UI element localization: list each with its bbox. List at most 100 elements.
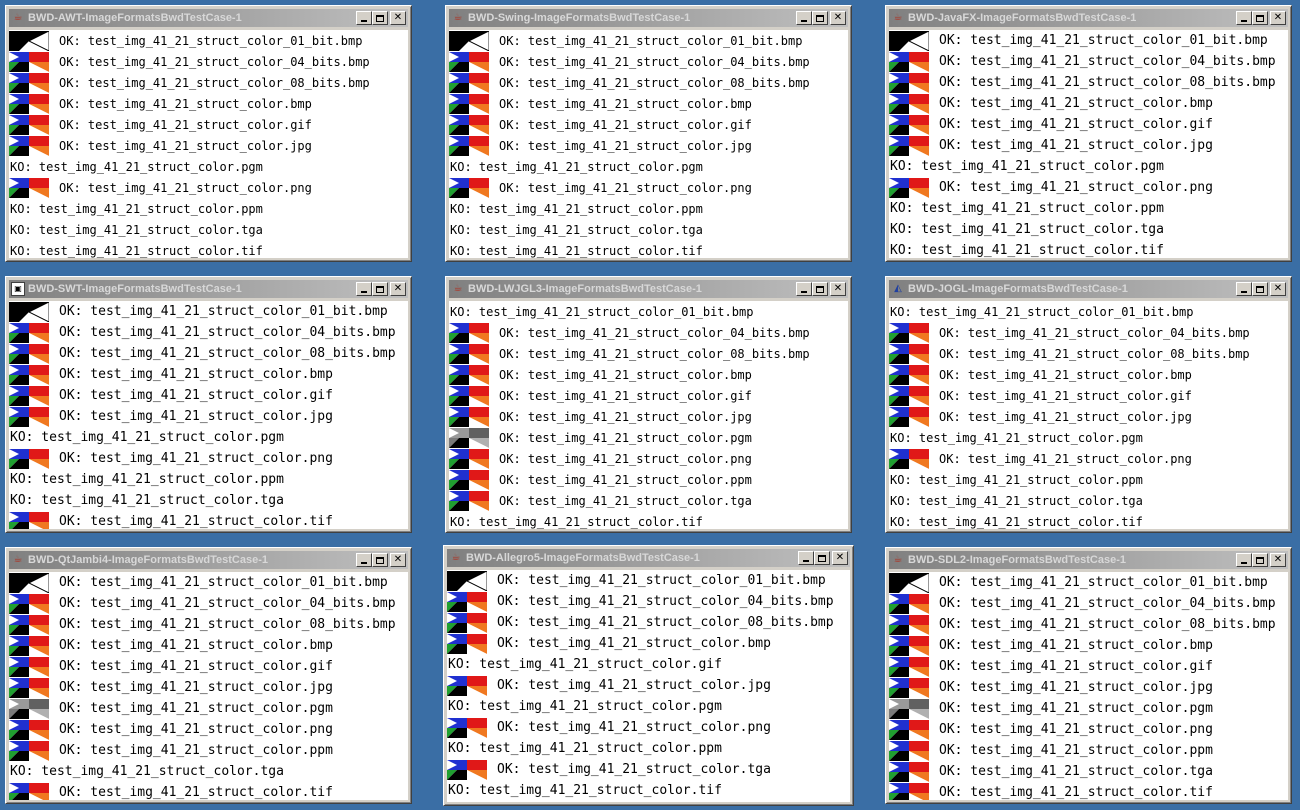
result-row-ok: OK: test_img_41_21_struct_color.pgm (889, 698, 1288, 719)
test-image-thumbnail (447, 675, 487, 696)
minimize-button[interactable] (356, 282, 372, 296)
test-window-allegro5[interactable]: ☕ BWD-Allegro5-ImageFormatsBwdTestCase-1… (443, 545, 854, 806)
test-window-lwjgl3[interactable]: ☕ BWD-LWJGL3-ImageFormatsBwdTestCase-1 ✕… (445, 276, 852, 533)
maximize-button[interactable] (812, 11, 828, 25)
result-row-ok: OK: test_img_41_21_struct_color.tga (447, 759, 850, 780)
close-button[interactable]: ✕ (390, 11, 406, 25)
title-bar[interactable]: ▣ BWD-SWT-ImageFormatsBwdTestCase-1 ✕ (9, 280, 408, 298)
title-bar[interactable]: ☕ BWD-JavaFX-ImageFormatsBwdTestCase-1 ✕ (889, 9, 1288, 27)
result-row-ko: KO: test_img_41_21_struct_color.pgm (889, 427, 1288, 448)
close-button[interactable]: ✕ (830, 282, 846, 296)
test-window-javafx[interactable]: ☕ BWD-JavaFX-ImageFormatsBwdTestCase-1 ✕… (885, 5, 1292, 262)
result-row-ok: OK: test_img_41_21_struct_color.jpg (889, 677, 1288, 698)
result-row-ok: OK: test_img_41_21_struct_color.png (9, 448, 408, 469)
title-bar[interactable]: ◭ BWD-JOGL-ImageFormatsBwdTestCase-1 ✕ (889, 280, 1288, 298)
test-image-thumbnail (889, 114, 929, 135)
close-icon: ✕ (393, 12, 403, 23)
maximize-button[interactable] (812, 282, 828, 296)
minimize-button[interactable] (356, 11, 372, 25)
result-row-ko: KO: test_img_41_21_struct_color.tga (9, 761, 408, 782)
result-row-ok: OK: test_img_41_21_struct_color_04_bits.… (449, 51, 848, 72)
title-bar[interactable]: ☕ BWD-QtJambi4-ImageFormatsBwdTestCase-1… (9, 551, 408, 569)
close-button[interactable]: ✕ (390, 553, 406, 567)
maximize-icon (376, 14, 384, 22)
test-window-qtjambi4[interactable]: ☕ BWD-QtJambi4-ImageFormatsBwdTestCase-1… (5, 547, 412, 804)
maximize-button[interactable] (1252, 282, 1268, 296)
test-image-thumbnail (9, 30, 49, 51)
window-title: BWD-Allegro5-ImageFormatsBwdTestCase-1 (466, 552, 700, 564)
close-button[interactable]: ✕ (1270, 553, 1286, 567)
minimize-button[interactable] (1236, 553, 1252, 567)
result-row-ok: OK: test_img_41_21_struct_color.gif (449, 114, 848, 135)
maximize-icon (818, 554, 826, 562)
result-text: OK: test_img_41_21_struct_color.tga (499, 493, 752, 508)
minimize-button[interactable] (796, 282, 812, 296)
result-text: KO: test_img_41_21_struct_color.gif (448, 657, 722, 672)
result-text: OK: test_img_41_21_struct_color.tif (939, 785, 1213, 800)
maximize-button[interactable] (814, 551, 830, 565)
test-image-thumbnail (889, 51, 929, 72)
result-text: OK: test_img_41_21_struct_color_08_bits.… (939, 346, 1250, 361)
result-text: OK: test_img_41_21_struct_color.tga (939, 764, 1213, 779)
result-row-ok: OK: test_img_41_21_struct_color.bmp (447, 633, 850, 654)
maximize-button[interactable] (1252, 553, 1268, 567)
title-bar[interactable]: ☕ BWD-Swing-ImageFormatsBwdTestCase-1 ✕ (449, 9, 848, 27)
result-text: KO: test_img_41_21_struct_color.ppm (10, 472, 284, 487)
minimize-button[interactable] (798, 551, 814, 565)
test-window-swt[interactable]: ▣ BWD-SWT-ImageFormatsBwdTestCase-1 ✕ OK… (5, 276, 412, 533)
result-text: OK: test_img_41_21_struct_color_01_bit.b… (499, 33, 803, 48)
test-image-thumbnail (449, 177, 489, 198)
result-row-ko: KO: test_img_41_21_struct_color.tga (889, 490, 1288, 511)
test-window-sdl2[interactable]: ☕ BWD-SDL2-ImageFormatsBwdTestCase-1 ✕ O… (885, 547, 1292, 804)
result-text: OK: test_img_41_21_struct_color.jpg (499, 138, 752, 153)
close-button[interactable]: ✕ (1270, 282, 1286, 296)
test-window-jogl[interactable]: ◭ BWD-JOGL-ImageFormatsBwdTestCase-1 ✕ K… (885, 276, 1292, 533)
result-text: OK: test_img_41_21_struct_color.bmp (499, 367, 752, 382)
maximize-button[interactable] (372, 11, 388, 25)
title-bar[interactable]: ☕ BWD-Allegro5-ImageFormatsBwdTestCase-1… (447, 549, 850, 567)
test-window-awt[interactable]: ☕ BWD-AWT-ImageFormatsBwdTestCase-1 ✕ OK… (5, 5, 412, 262)
result-text: OK: test_img_41_21_struct_color.jpg (59, 138, 312, 153)
result-row-ok: OK: test_img_41_21_struct_color_08_bits.… (449, 343, 848, 364)
result-row-ok: OK: test_img_41_21_struct_color_04_bits.… (449, 322, 848, 343)
test-image-thumbnail (889, 364, 929, 385)
result-row-ko: KO: test_img_41_21_struct_color.gif (447, 654, 850, 675)
test-image-thumbnail (449, 135, 489, 156)
result-text: OK: test_img_41_21_struct_color_04_bits.… (59, 596, 396, 611)
result-text: OK: test_img_41_21_struct_color_04_bits.… (497, 594, 834, 609)
maximize-button[interactable] (372, 553, 388, 567)
close-button[interactable]: ✕ (832, 551, 848, 565)
result-text: OK: test_img_41_21_struct_color_04_bits.… (59, 54, 370, 69)
result-row-ko: KO: test_img_41_21_struct_color_01_bit.b… (889, 301, 1288, 322)
maximize-icon (816, 285, 824, 293)
window-controls: ✕ (1236, 11, 1286, 25)
test-image-thumbnail (9, 593, 49, 614)
result-row-ok: OK: test_img_41_21_struct_color_08_bits.… (447, 612, 850, 633)
title-bar[interactable]: ☕ BWD-SDL2-ImageFormatsBwdTestCase-1 ✕ (889, 551, 1288, 569)
close-button[interactable]: ✕ (1270, 11, 1286, 25)
test-window-swing[interactable]: ☕ BWD-Swing-ImageFormatsBwdTestCase-1 ✕ … (445, 5, 852, 262)
window-title: BWD-Swing-ImageFormatsBwdTestCase-1 (468, 12, 691, 24)
close-icon: ✕ (393, 554, 403, 565)
result-row-ok: OK: test_img_41_21_struct_color.bmp (449, 364, 848, 385)
title-bar[interactable]: ☕ BWD-LWJGL3-ImageFormatsBwdTestCase-1 ✕ (449, 280, 848, 298)
result-text: KO: test_img_41_21_struct_color.ppm (890, 201, 1164, 216)
minimize-button[interactable] (356, 553, 372, 567)
result-row-ok: OK: test_img_41_21_struct_color_04_bits.… (889, 322, 1288, 343)
minimize-button[interactable] (796, 11, 812, 25)
maximize-button[interactable] (372, 282, 388, 296)
close-button[interactable]: ✕ (830, 11, 846, 25)
test-image-thumbnail (449, 490, 489, 511)
title-bar[interactable]: ☕ BWD-AWT-ImageFormatsBwdTestCase-1 ✕ (9, 9, 408, 27)
maximize-button[interactable] (1252, 11, 1268, 25)
minimize-button[interactable] (1236, 282, 1252, 296)
close-icon: ✕ (1273, 283, 1283, 294)
result-row-ko: KO: test_img_41_21_struct_color.tga (9, 490, 408, 511)
minimize-button[interactable] (1236, 11, 1252, 25)
result-row-ok: OK: test_img_41_21_struct_color.png (889, 719, 1288, 740)
test-image-thumbnail (9, 782, 49, 800)
test-image-thumbnail (889, 385, 929, 406)
result-row-ok: OK: test_img_41_21_struct_color.tif (9, 511, 408, 529)
close-button[interactable]: ✕ (390, 282, 406, 296)
result-text: KO: test_img_41_21_struct_color.tga (10, 764, 284, 779)
